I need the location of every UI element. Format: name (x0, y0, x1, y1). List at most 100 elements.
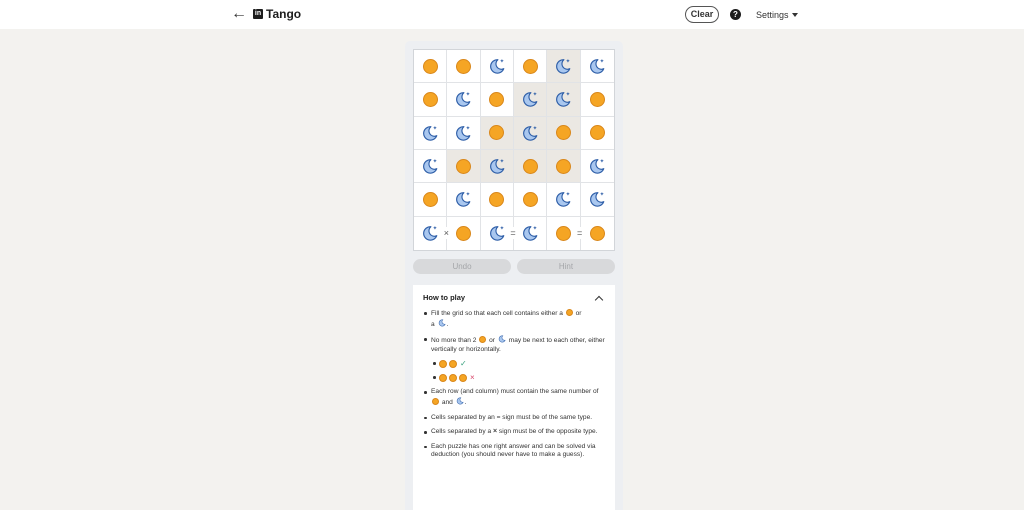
board-cell[interactable]: × (414, 216, 451, 250)
board-cell[interactable] (513, 216, 548, 250)
sun-icon (449, 373, 457, 382)
moon-icon (556, 192, 571, 208)
sun-icon (422, 91, 438, 107)
board-cell[interactable] (547, 149, 581, 184)
board-cell[interactable] (547, 50, 581, 84)
moon-icon (556, 92, 571, 108)
sun-icon (432, 397, 439, 405)
board-cell[interactable] (580, 216, 614, 250)
back-arrow-icon[interactable]: ← (231, 5, 247, 23)
board-cell[interactable] (580, 50, 614, 84)
rule-equal-count: Each row (and column) must contain the s… (423, 388, 605, 407)
sun-icon (455, 158, 471, 174)
game-brand: in Tango (253, 7, 301, 21)
rule-equal-sign: Cells separated by an = sign must be of … (423, 414, 605, 423)
cross-icon: × (470, 372, 475, 382)
board-cell[interactable] (447, 183, 481, 217)
sun-icon (459, 373, 467, 382)
board-cell[interactable]: = (480, 216, 517, 250)
moon-icon (523, 92, 538, 108)
sun-icon (522, 58, 538, 74)
how-to-play-header[interactable]: How to play (423, 293, 605, 304)
board-cell[interactable] (547, 116, 581, 150)
how-to-play-title: How to play (423, 293, 466, 302)
moon-icon (423, 226, 438, 242)
chevron-up-icon[interactable] (594, 295, 604, 304)
sun-icon (422, 191, 438, 207)
rule3-text-b: and (441, 398, 453, 406)
hint-button[interactable]: Hint (517, 259, 615, 274)
rule3-text-a: Each row (and column) must contain the s… (431, 388, 599, 396)
game-card: × = = Undo Hint How to play Fill the grid … (405, 41, 623, 510)
board-cell[interactable] (447, 83, 481, 117)
board-cell[interactable] (447, 216, 481, 250)
rule2-text-b: or (489, 337, 496, 345)
board-cell[interactable] (547, 183, 581, 217)
board-cell[interactable] (480, 149, 514, 184)
sun-icon (489, 125, 505, 141)
board-cell[interactable] (480, 50, 514, 84)
board-cell[interactable] (480, 83, 514, 117)
rule5-text-b: sign must be of the opposite type. (498, 428, 598, 436)
board-cell[interactable] (414, 50, 448, 84)
checkmark-icon: ✓ (460, 358, 467, 368)
board-cell[interactable] (447, 116, 481, 150)
help-icon[interactable]: ? (730, 9, 741, 20)
moon-icon (489, 159, 505, 174)
moon-icon (498, 335, 506, 343)
board-cell[interactable] (414, 149, 448, 184)
rule-fill-grid: Fill the grid so that each cell contains… (423, 309, 605, 329)
sun-icon (489, 91, 505, 107)
board-cell[interactable] (414, 83, 448, 117)
moon-icon (489, 59, 505, 74)
board-cell[interactable]: = (547, 216, 584, 250)
sun-icon (522, 158, 538, 174)
sun-icon (555, 125, 571, 141)
game-title: Tango (266, 7, 302, 21)
board-cell[interactable] (580, 116, 614, 150)
board-cell[interactable] (513, 50, 548, 84)
moon-icon (423, 159, 438, 174)
board-cell[interactable] (513, 183, 548, 217)
board-cell[interactable] (513, 149, 548, 184)
sun-icon (589, 125, 605, 141)
board-cell[interactable] (414, 116, 448, 150)
clear-button[interactable]: Clear (685, 6, 719, 23)
example-invalid: × (431, 373, 605, 382)
example-valid: ✓ (431, 359, 605, 368)
rule-cross-sign: Cells separated by a × sign must be of t… (423, 428, 605, 437)
board-cell[interactable] (447, 149, 481, 184)
linkedin-logo-icon: in (253, 9, 263, 19)
how-to-play-panel: How to play Fill the grid so that each c… (413, 285, 615, 510)
undo-button[interactable]: Undo (413, 259, 511, 274)
sun-icon (555, 158, 571, 174)
moon-icon (456, 92, 471, 108)
board-cell[interactable] (547, 83, 581, 117)
settings-menu[interactable]: Settings (756, 9, 798, 21)
board-cell[interactable] (580, 83, 614, 117)
caret-down-icon (791, 13, 798, 17)
moon-icon (590, 192, 605, 208)
settings-label: Settings (756, 10, 789, 20)
moon-icon (523, 125, 538, 141)
moon-icon (523, 226, 538, 242)
moon-icon (556, 59, 571, 74)
control-buttons: Undo Hint (413, 259, 615, 274)
board-cell[interactable] (580, 149, 614, 184)
moon-icon (423, 125, 438, 141)
board-cell[interactable] (480, 116, 514, 150)
sun-icon (555, 225, 571, 241)
sun-icon (422, 58, 438, 74)
board-cell[interactable] (414, 183, 448, 217)
board-cell[interactable] (513, 83, 548, 117)
top-bar: ← in Tango Clear ? Settings (0, 0, 1024, 29)
moon-icon (489, 226, 505, 242)
board-cell[interactable] (513, 116, 548, 150)
sun-icon (455, 58, 471, 74)
board-cell[interactable] (480, 183, 514, 217)
tango-board: × = = (413, 49, 615, 251)
sun-icon (479, 336, 487, 344)
sun-icon (439, 373, 447, 382)
board-cell[interactable] (580, 183, 614, 217)
board-cell[interactable] (447, 50, 481, 84)
